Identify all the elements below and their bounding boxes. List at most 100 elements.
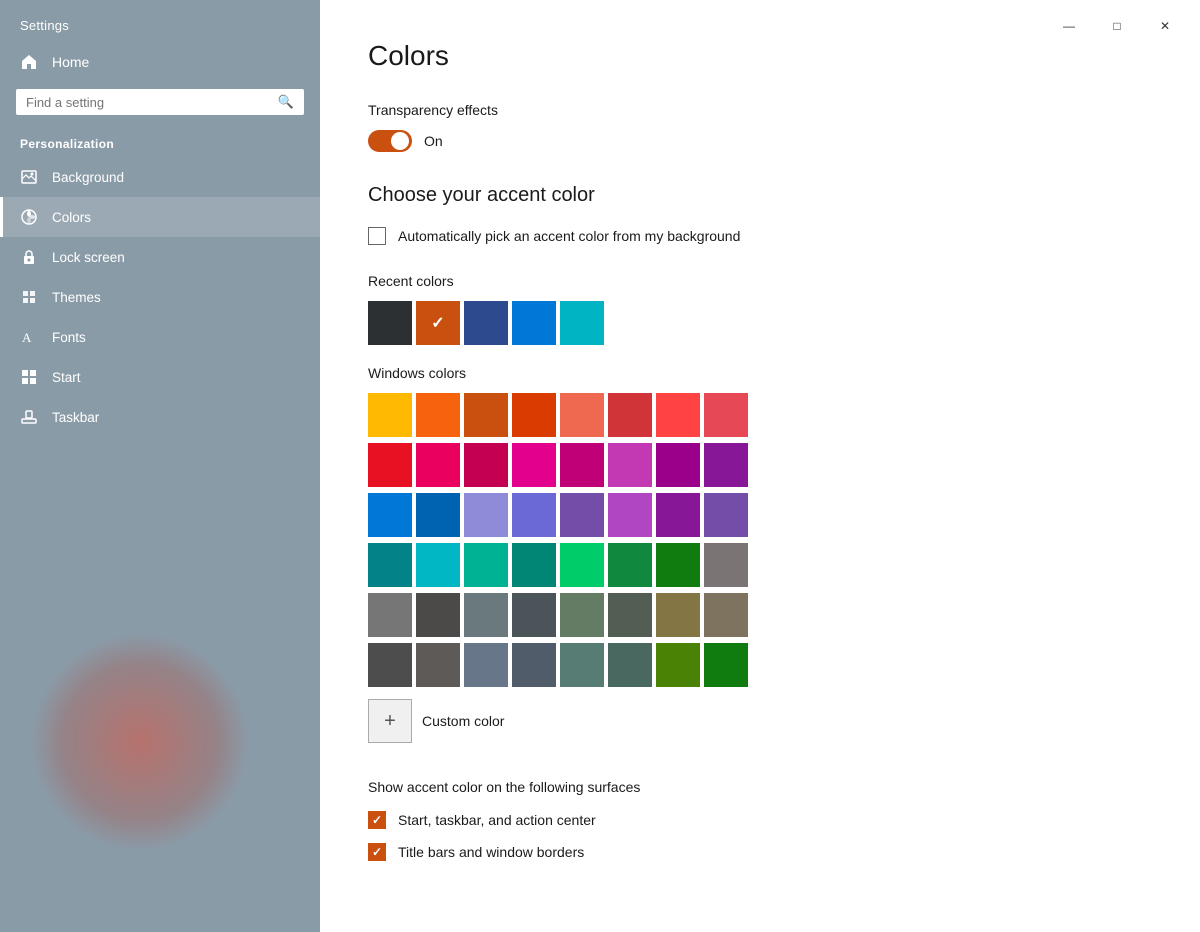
home-icon xyxy=(20,53,38,71)
surfaces-title: Show accent color on the following surfa… xyxy=(368,779,1152,795)
windows-swatch-1-0[interactable] xyxy=(368,443,412,487)
windows-swatch-3-2[interactable] xyxy=(464,543,508,587)
windows-swatch-5-2[interactable] xyxy=(464,643,508,687)
windows-swatch-2-3[interactable] xyxy=(512,493,556,537)
search-box[interactable]: 🔍 xyxy=(16,89,304,115)
sidebar-item-colors[interactable]: Colors xyxy=(0,197,320,237)
sidebar-item-start[interactable]: Start xyxy=(0,357,320,397)
sidebar: Settings Home 🔍 Personalization Backgrou… xyxy=(0,0,320,932)
windows-swatch-4-3[interactable] xyxy=(512,593,556,637)
surface-row-0[interactable]: Start, taskbar, and action center xyxy=(368,811,1152,829)
windows-swatch-0-4[interactable] xyxy=(560,393,604,437)
windows-swatch-0-0[interactable] xyxy=(368,393,412,437)
windows-swatch-3-3[interactable] xyxy=(512,543,556,587)
surface-label-1: Title bars and window borders xyxy=(398,844,584,860)
windows-swatch-0-1[interactable] xyxy=(416,393,460,437)
auto-accent-label: Automatically pick an accent color from … xyxy=(398,228,740,244)
windows-swatch-4-0[interactable] xyxy=(368,593,412,637)
windows-swatch-5-3[interactable] xyxy=(512,643,556,687)
search-icon: 🔍 xyxy=(278,94,294,110)
custom-color-label: Custom color xyxy=(422,713,504,729)
windows-swatch-5-1[interactable] xyxy=(416,643,460,687)
windows-swatch-1-1[interactable] xyxy=(416,443,460,487)
sidebar-item-background[interactable]: Background xyxy=(0,157,320,197)
windows-swatch-0-6[interactable] xyxy=(656,393,700,437)
windows-swatch-5-7[interactable] xyxy=(704,643,748,687)
auto-accent-row[interactable]: Automatically pick an accent color from … xyxy=(368,227,1152,245)
svg-text:A: A xyxy=(22,330,32,345)
windows-swatch-5-6[interactable] xyxy=(656,643,700,687)
surface-label-0: Start, taskbar, and action center xyxy=(398,812,596,828)
app-title: Settings xyxy=(0,0,320,43)
windows-swatch-1-4[interactable] xyxy=(560,443,604,487)
sidebar-item-taskbar[interactable]: Taskbar xyxy=(0,397,320,437)
surface-checkbox-0[interactable] xyxy=(368,811,386,829)
windows-swatch-3-7[interactable] xyxy=(704,543,748,587)
recent-swatch-3[interactable] xyxy=(512,301,556,345)
close-button[interactable]: ✕ xyxy=(1142,10,1188,42)
home-label: Home xyxy=(52,54,89,70)
surface-checkbox-1[interactable] xyxy=(368,843,386,861)
taskbar-label: Taskbar xyxy=(52,410,99,425)
sidebar-item-home[interactable]: Home xyxy=(0,43,320,81)
fonts-icon: A xyxy=(20,328,38,346)
windows-swatch-1-2[interactable] xyxy=(464,443,508,487)
windows-color-row-1 xyxy=(368,443,1152,487)
auto-accent-checkbox[interactable] xyxy=(368,227,386,245)
windows-swatch-4-1[interactable] xyxy=(416,593,460,637)
recent-swatch-1[interactable] xyxy=(416,301,460,345)
sidebar-item-lock-screen[interactable]: Lock screen xyxy=(0,237,320,277)
windows-swatch-4-2[interactable] xyxy=(464,593,508,637)
windows-swatch-3-1[interactable] xyxy=(416,543,460,587)
windows-swatch-2-2[interactable] xyxy=(464,493,508,537)
windows-swatch-3-0[interactable] xyxy=(368,543,412,587)
start-label: Start xyxy=(52,370,81,385)
transparency-toggle[interactable] xyxy=(368,130,412,152)
windows-swatch-3-6[interactable] xyxy=(656,543,700,587)
windows-swatch-4-7[interactable] xyxy=(704,593,748,637)
windows-swatch-1-3[interactable] xyxy=(512,443,556,487)
maximize-button[interactable]: □ xyxy=(1094,10,1140,42)
windows-color-row-3 xyxy=(368,543,1152,587)
surface-row-1[interactable]: Title bars and window borders xyxy=(368,843,1152,861)
windows-swatch-2-0[interactable] xyxy=(368,493,412,537)
recent-swatch-4[interactable] xyxy=(560,301,604,345)
minimize-button[interactable]: — xyxy=(1046,10,1092,42)
start-icon xyxy=(20,368,38,386)
windows-swatch-4-6[interactable] xyxy=(656,593,700,637)
windows-swatch-5-0[interactable] xyxy=(368,643,412,687)
windows-color-row-2 xyxy=(368,493,1152,537)
windows-swatch-5-4[interactable] xyxy=(560,643,604,687)
windows-swatch-2-4[interactable] xyxy=(560,493,604,537)
section-title: Personalization xyxy=(0,129,320,157)
windows-colors-grid xyxy=(368,393,1152,687)
search-input[interactable] xyxy=(26,95,270,110)
custom-color-button[interactable]: + Custom color xyxy=(368,699,1152,743)
transparency-row: On xyxy=(368,130,1152,152)
windows-swatch-1-6[interactable] xyxy=(656,443,700,487)
windows-swatch-4-5[interactable] xyxy=(608,593,652,637)
page-title: Colors xyxy=(368,40,1152,72)
windows-swatch-3-4[interactable] xyxy=(560,543,604,587)
windows-swatch-2-7[interactable] xyxy=(704,493,748,537)
windows-color-row-0 xyxy=(368,393,1152,437)
windows-swatch-0-7[interactable] xyxy=(704,393,748,437)
recent-swatch-2[interactable] xyxy=(464,301,508,345)
lock-icon xyxy=(20,248,38,266)
windows-swatch-2-1[interactable] xyxy=(416,493,460,537)
windows-swatch-0-2[interactable] xyxy=(464,393,508,437)
recent-swatch-0[interactable] xyxy=(368,301,412,345)
windows-swatch-3-5[interactable] xyxy=(608,543,652,587)
sidebar-item-fonts[interactable]: A Fonts xyxy=(0,317,320,357)
sidebar-item-themes[interactable]: Themes xyxy=(0,277,320,317)
windows-swatch-5-5[interactable] xyxy=(608,643,652,687)
windows-swatch-0-5[interactable] xyxy=(608,393,652,437)
background-label: Background xyxy=(52,170,124,185)
windows-swatch-1-5[interactable] xyxy=(608,443,652,487)
windows-swatch-4-4[interactable] xyxy=(560,593,604,637)
accent-title: Choose your accent color xyxy=(368,184,1152,207)
windows-swatch-2-6[interactable] xyxy=(656,493,700,537)
windows-swatch-1-7[interactable] xyxy=(704,443,748,487)
windows-swatch-2-5[interactable] xyxy=(608,493,652,537)
windows-swatch-0-3[interactable] xyxy=(512,393,556,437)
